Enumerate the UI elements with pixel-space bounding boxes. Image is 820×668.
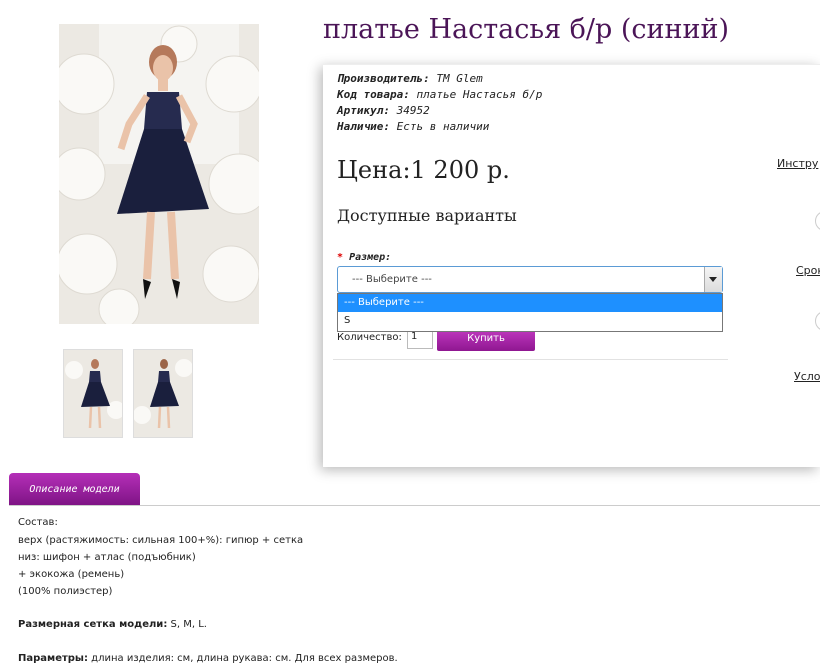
size-label-text: Размер: [349,252,392,263]
size-select[interactable]: --- Выберите --- [337,266,723,293]
manufacturer-label: Производитель: [337,72,430,85]
article-row: Артикул: 34952 [337,104,430,117]
size-option-s[interactable]: S [338,312,722,330]
tab-underline [9,505,820,506]
tab-description[interactable]: Описание модели [9,473,140,506]
instructions-link[interactable]: Инстру [777,157,818,170]
variants-heading: Доступные варианты [337,206,517,225]
availability-value: Есть в наличии [396,120,490,133]
product-title: платье Настасья б/р (синий) [323,14,730,45]
product-code-value: платье Настасья б/р [416,88,543,101]
product-thumbnail-front[interactable] [63,349,123,438]
manufacturer-value[interactable]: ТМ Glem [436,72,482,85]
composition-heading: Состав: [18,517,58,528]
availability-row: Наличие: Есть в наличии [337,120,489,133]
size-grid-row: Размерная сетка модели: S, M, L. [18,619,207,630]
product-code-row: Код товара: платье Настасья б/р [337,88,542,101]
product-thumbnail-back[interactable] [133,349,193,438]
panel-divider [333,359,728,360]
availability-label: Наличие: [337,120,390,133]
parameters-row: Параметры: длина изделия: см, длина рука… [18,653,398,664]
size-grid-label: Размерная сетка модели: [18,619,168,630]
conditions-link[interactable]: Усло [794,370,820,383]
composition-line-4: (100% полиэстер) [18,586,113,597]
terms-link[interactable]: Срок [796,264,820,277]
manufacturer-row: Производитель: ТМ Glem [337,72,483,85]
article-value: 34952 [396,104,430,117]
product-main-photo[interactable] [59,24,259,324]
chevron-down-icon[interactable] [704,267,722,292]
required-mark: * [337,252,344,263]
size-select-value: --- Выберите --- [352,274,432,285]
parameters-value: длина изделия: см, длина рукава: см. Для… [91,653,398,664]
size-grid-value: S, M, L. [170,619,207,630]
composition-line-1: верх (растяжимость: сильная 100+%): гипю… [18,535,304,546]
article-label: Артикул: [337,104,390,117]
parameters-label: Параметры: [18,653,88,664]
composition-line-2: низ: шифон + атлас (подъюбник) [18,552,196,563]
product-price: Цена:1 200 р. [337,156,510,184]
product-code-label: Код товара: [337,88,410,101]
quantity-label: Количество: [337,332,402,343]
size-dropdown-list: --- Выберите --- S [337,293,723,332]
size-option-placeholder[interactable]: --- Выберите --- [338,294,722,312]
size-label: * Размер: [337,252,391,263]
composition-line-3: + экокожа (ремень) [18,569,125,580]
